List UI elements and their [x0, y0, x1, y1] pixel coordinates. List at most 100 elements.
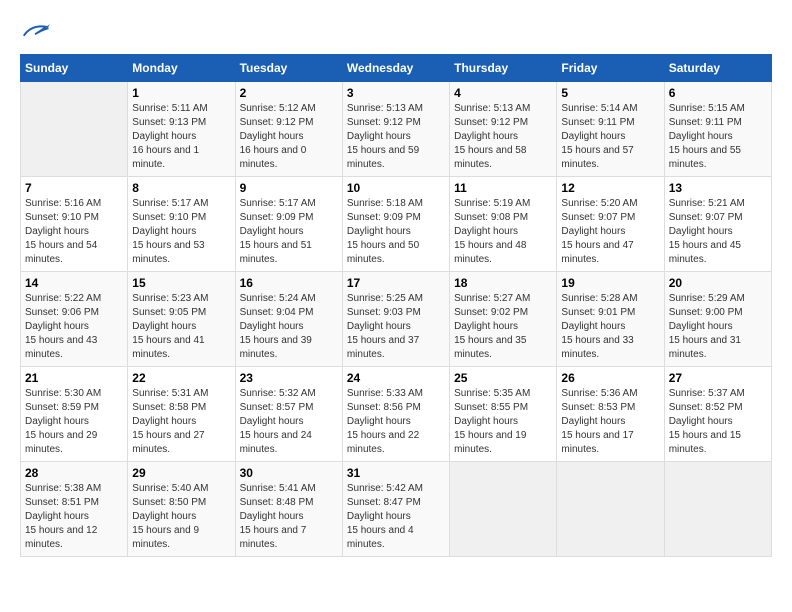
day-number: 29: [132, 466, 230, 480]
calendar-cell: 4 Sunrise: 5:13 AMSunset: 9:12 PMDaylight…: [450, 82, 557, 177]
calendar-cell: 25 Sunrise: 5:35 AMSunset: 8:55 PMDayligh…: [450, 367, 557, 462]
day-number: 17: [347, 276, 445, 290]
day-of-week-header: Wednesday: [342, 55, 449, 82]
day-number: 30: [240, 466, 338, 480]
calendar-cell: 17 Sunrise: 5:25 AMSunset: 9:03 PMDayligh…: [342, 272, 449, 367]
calendar-cell: 2 Sunrise: 5:12 AMSunset: 9:12 PMDaylight…: [235, 82, 342, 177]
day-number: 28: [25, 466, 123, 480]
day-info: Sunrise: 5:22 AMSunset: 9:06 PMDaylight …: [25, 292, 123, 362]
calendar-cell: 8 Sunrise: 5:17 AMSunset: 9:10 PMDaylight…: [128, 177, 235, 272]
day-number: 25: [454, 371, 552, 385]
day-number: 31: [347, 466, 445, 480]
calendar-week-row: 21 Sunrise: 5:30 AMSunset: 8:59 PMDayligh…: [21, 367, 772, 462]
day-number: 2: [240, 86, 338, 100]
calendar-cell: 27Sunrise: 5:37 AMSunset: 8:52 PMDayligh…: [664, 367, 771, 462]
calendar-cell: 29 Sunrise: 5:40 AMSunset: 8:50 PMDayligh…: [128, 462, 235, 557]
day-info: Sunrise: 5:24 AMSunset: 9:04 PMDaylight …: [240, 292, 338, 362]
calendar-table: SundayMondayTuesdayWednesdayThursdayFrid…: [20, 54, 772, 557]
day-number: 23: [240, 371, 338, 385]
calendar-cell: 13 Sunrise: 5:21 AMSunset: 9:07 PMDayligh…: [664, 177, 771, 272]
calendar-cell: [557, 462, 664, 557]
calendar-cell: 23 Sunrise: 5:32 AMSunset: 8:57 PMDayligh…: [235, 367, 342, 462]
day-info: Sunrise: 5:17 AMSunset: 9:10 PMDaylight …: [132, 197, 230, 267]
calendar-cell: 6 Sunrise: 5:15 AMSunset: 9:11 PMDaylight…: [664, 82, 771, 177]
day-info: Sunrise: 5:14 AMSunset: 9:11 PMDaylight …: [561, 102, 659, 172]
day-info: Sunrise: 5:36 AMSunset: 8:53 PMDaylight …: [561, 387, 659, 457]
calendar-cell: [450, 462, 557, 557]
calendar-week-row: 7 Sunrise: 5:16 AMSunset: 9:10 PMDaylight…: [21, 177, 772, 272]
day-number: 8: [132, 181, 230, 195]
calendar-cell: 30 Sunrise: 5:41 AMSunset: 8:48 PMDayligh…: [235, 462, 342, 557]
day-number: 16: [240, 276, 338, 290]
calendar-cell: 12 Sunrise: 5:20 AMSunset: 9:07 PMDayligh…: [557, 177, 664, 272]
day-info: Sunrise: 5:42 AMSunset: 8:47 PMDaylight …: [347, 482, 445, 552]
day-info: Sunrise: 5:13 AMSunset: 9:12 PMDaylight …: [347, 102, 445, 172]
calendar-cell: 7 Sunrise: 5:16 AMSunset: 9:10 PMDaylight…: [21, 177, 128, 272]
day-number: 24: [347, 371, 445, 385]
day-info: Sunrise: 5:13 AMSunset: 9:12 PMDaylight …: [454, 102, 552, 172]
calendar-cell: 19Sunrise: 5:28 AMSunset: 9:01 PMDayligh…: [557, 272, 664, 367]
page-header: [20, 20, 772, 44]
calendar-cell: 10 Sunrise: 5:18 AMSunset: 9:09 PMDayligh…: [342, 177, 449, 272]
calendar-week-row: 14 Sunrise: 5:22 AMSunset: 9:06 PMDayligh…: [21, 272, 772, 367]
day-info: Sunrise: 5:31 AMSunset: 8:58 PMDaylight …: [132, 387, 230, 457]
calendar-cell: 18 Sunrise: 5:27 AMSunset: 9:02 PMDayligh…: [450, 272, 557, 367]
day-info: Sunrise: 5:19 AMSunset: 9:08 PMDaylight …: [454, 197, 552, 267]
day-info: Sunrise: 5:25 AMSunset: 9:03 PMDaylight …: [347, 292, 445, 362]
day-info: Sunrise: 5:20 AMSunset: 9:07 PMDaylight …: [561, 197, 659, 267]
day-number: 3: [347, 86, 445, 100]
day-info: Sunrise: 5:21 AMSunset: 9:07 PMDaylight …: [669, 197, 767, 267]
day-info: Sunrise: 5:41 AMSunset: 8:48 PMDaylight …: [240, 482, 338, 552]
calendar-cell: 31 Sunrise: 5:42 AMSunset: 8:47 PMDayligh…: [342, 462, 449, 557]
day-info: Sunrise: 5:23 AMSunset: 9:05 PMDaylight …: [132, 292, 230, 362]
calendar-cell: [664, 462, 771, 557]
day-number: 10: [347, 181, 445, 195]
day-info: Sunrise: 5:30 AMSunset: 8:59 PMDaylight …: [25, 387, 123, 457]
day-number: 18: [454, 276, 552, 290]
calendar-cell: 20 Sunrise: 5:29 AMSunset: 9:00 PMDayligh…: [664, 272, 771, 367]
day-number: 1: [132, 86, 230, 100]
day-info: Sunrise: 5:12 AMSunset: 9:12 PMDaylight …: [240, 102, 338, 172]
day-number: 7: [25, 181, 123, 195]
calendar-cell: 11Sunrise: 5:19 AMSunset: 9:08 PMDayligh…: [450, 177, 557, 272]
calendar-cell: 15 Sunrise: 5:23 AMSunset: 9:05 PMDayligh…: [128, 272, 235, 367]
calendar-cell: 26 Sunrise: 5:36 AMSunset: 8:53 PMDayligh…: [557, 367, 664, 462]
calendar-cell: 28Sunrise: 5:38 AMSunset: 8:51 PMDayligh…: [21, 462, 128, 557]
day-info: Sunrise: 5:16 AMSunset: 9:10 PMDaylight …: [25, 197, 123, 267]
day-number: 6: [669, 86, 767, 100]
day-info: Sunrise: 5:18 AMSunset: 9:09 PMDaylight …: [347, 197, 445, 267]
day-number: 21: [25, 371, 123, 385]
calendar-week-row: 28Sunrise: 5:38 AMSunset: 8:51 PMDayligh…: [21, 462, 772, 557]
calendar-cell: 24 Sunrise: 5:33 AMSunset: 8:56 PMDayligh…: [342, 367, 449, 462]
calendar-cell: 5Sunrise: 5:14 AMSunset: 9:11 PMDaylight…: [557, 82, 664, 177]
calendar-cell: 14 Sunrise: 5:22 AMSunset: 9:06 PMDayligh…: [21, 272, 128, 367]
day-number: 13: [669, 181, 767, 195]
calendar-cell: 3 Sunrise: 5:13 AMSunset: 9:12 PMDaylight…: [342, 82, 449, 177]
logo: [20, 20, 54, 44]
day-number: 14: [25, 276, 123, 290]
day-of-week-header: Sunday: [21, 55, 128, 82]
day-number: 20: [669, 276, 767, 290]
day-of-week-header: Thursday: [450, 55, 557, 82]
calendar-cell: 21 Sunrise: 5:30 AMSunset: 8:59 PMDayligh…: [21, 367, 128, 462]
day-info: Sunrise: 5:40 AMSunset: 8:50 PMDaylight …: [132, 482, 230, 552]
day-info: Sunrise: 5:32 AMSunset: 8:57 PMDaylight …: [240, 387, 338, 457]
day-number: 15: [132, 276, 230, 290]
day-info: Sunrise: 5:27 AMSunset: 9:02 PMDaylight …: [454, 292, 552, 362]
day-info: Sunrise: 5:17 AMSunset: 9:09 PMDaylight …: [240, 197, 338, 267]
day-info: Sunrise: 5:29 AMSunset: 9:00 PMDaylight …: [669, 292, 767, 362]
day-info: Sunrise: 5:15 AMSunset: 9:11 PMDaylight …: [669, 102, 767, 172]
day-of-week-header: Tuesday: [235, 55, 342, 82]
day-number: 9: [240, 181, 338, 195]
calendar-cell: 1Sunrise: 5:11 AMSunset: 9:13 PMDaylight…: [128, 82, 235, 177]
day-info: Sunrise: 5:33 AMSunset: 8:56 PMDaylight …: [347, 387, 445, 457]
day-info: Sunrise: 5:35 AMSunset: 8:55 PMDaylight …: [454, 387, 552, 457]
day-number: 26: [561, 371, 659, 385]
day-of-week-header: Friday: [557, 55, 664, 82]
day-number: 27: [669, 371, 767, 385]
day-number: 4: [454, 86, 552, 100]
calendar-cell: 16 Sunrise: 5:24 AMSunset: 9:04 PMDayligh…: [235, 272, 342, 367]
day-of-week-header: Saturday: [664, 55, 771, 82]
day-number: 12: [561, 181, 659, 195]
day-of-week-header: Monday: [128, 55, 235, 82]
